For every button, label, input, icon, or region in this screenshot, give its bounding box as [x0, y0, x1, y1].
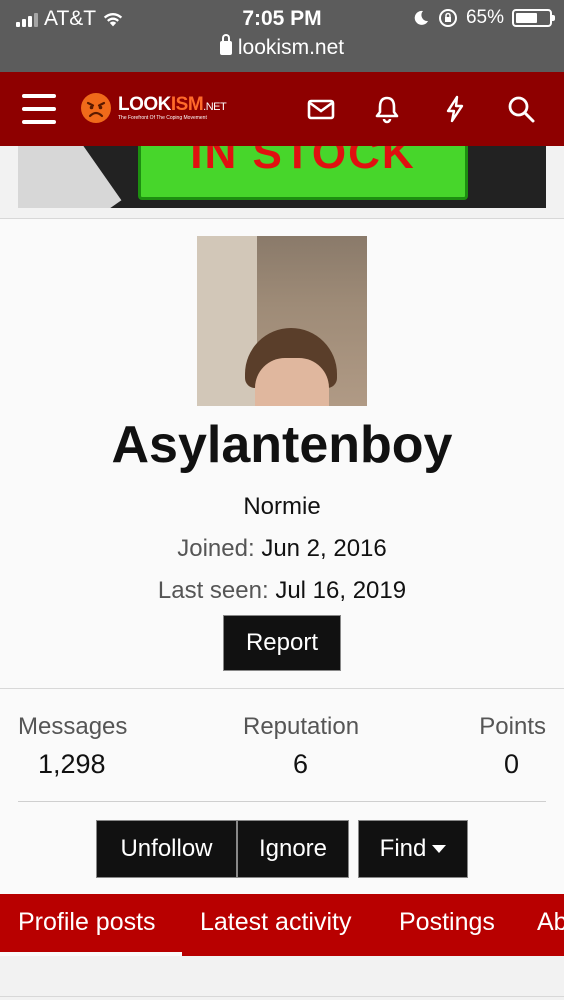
address-bar[interactable]: lookism.net	[0, 34, 564, 60]
user-title: Normie	[243, 493, 321, 520]
url-text: lookism.net	[237, 36, 345, 59]
site-logo[interactable]: LOOKISM.NET The Forefront Of The Coping …	[80, 92, 227, 124]
status-row: AT&T 7:05 PM 65%	[0, 4, 564, 34]
banner-sign: IN STOCK	[138, 146, 468, 200]
logo-tagline: The Forefront Of The Coping Movement	[118, 115, 207, 121]
tab-latest-activity[interactable]: Latest activity	[200, 908, 351, 937]
rotation-lock-icon	[438, 9, 457, 27]
find-label: Find	[379, 835, 427, 862]
member-stats: Messages 1,298 Reputation 6 Points 0 Unf…	[0, 688, 564, 894]
banner-ad[interactable]: IN STOCK	[18, 146, 546, 208]
stats-divider	[18, 801, 546, 802]
logo-word-net: .NET	[203, 101, 227, 113]
envelope-icon[interactable]	[306, 94, 336, 124]
joined-label: Joined:	[177, 535, 255, 562]
battery-icon	[512, 9, 555, 27]
joined-line: Joined: Jun 2, 2016	[0, 535, 564, 563]
lock-icon	[219, 34, 232, 55]
report-button[interactable]: Report	[223, 615, 341, 671]
tab-about[interactable]: Ab	[537, 908, 564, 937]
messages-label: Messages	[18, 713, 128, 740]
tab-postings[interactable]: Postings	[399, 908, 495, 937]
messages-value[interactable]: 1,298	[38, 749, 106, 780]
joined-value: Jun 2, 2016	[261, 535, 387, 562]
logo-word-look: LOOK	[118, 94, 171, 115]
avatar[interactable]	[197, 236, 367, 406]
bell-icon[interactable]	[372, 94, 402, 124]
tab-profile-posts[interactable]: Profile posts	[18, 908, 156, 937]
logo-word-ism: ISM	[170, 94, 204, 115]
reputation-label: Reputation	[243, 713, 360, 740]
find-button[interactable]: Find	[358, 820, 468, 878]
status-right: 65%	[412, 7, 555, 29]
unfollow-button[interactable]: Unfollow	[96, 820, 237, 878]
menu-icon[interactable]	[22, 94, 56, 124]
points-label: Points	[479, 713, 546, 740]
profile-card: Asylantenboy Normie Joined: Jun 2, 2016 …	[0, 218, 564, 688]
last-seen-line: Last seen: Jul 16, 2019	[0, 577, 564, 605]
tab-content-area	[0, 956, 564, 1000]
caret-down-icon	[432, 845, 447, 853]
angry-face-icon	[81, 93, 111, 123]
points-value[interactable]: 0	[504, 749, 519, 780]
search-icon[interactable]	[506, 94, 536, 124]
site-header: LOOKISM.NET The Forefront Of The Coping …	[0, 72, 564, 146]
last-seen-label: Last seen:	[157, 577, 269, 604]
last-seen-value: Jul 16, 2019	[275, 577, 407, 604]
lightning-icon[interactable]	[440, 94, 470, 124]
ios-status-bar: AT&T 7:05 PM 65% lookism.net	[0, 0, 564, 72]
reputation-value: 6	[293, 749, 309, 779]
ignore-button[interactable]: Ignore	[237, 820, 349, 878]
moon-icon	[414, 10, 428, 25]
profile-username: Asylantenboy	[111, 416, 453, 474]
banner-text: IN STOCK	[190, 146, 416, 178]
profile-tabs: Profile posts Latest activity Postings A…	[0, 894, 564, 956]
battery-percent: 65%	[465, 7, 504, 28]
banner-area: IN STOCK	[0, 146, 564, 216]
